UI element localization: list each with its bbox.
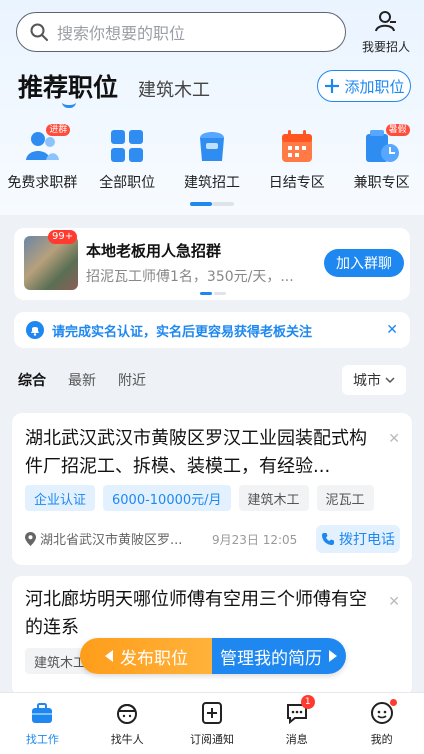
job-date: 9月23日 12:05 [212, 533, 298, 547]
profile-dot [389, 699, 397, 706]
bell-icon [26, 321, 44, 339]
category-construction[interactable]: 建筑招工 [170, 128, 255, 192]
group-pager [200, 292, 226, 295]
job-card[interactable]: 河北廊坊明天哪位师傅有空用三个师傅有空的连系 ✕ 建筑木工 [12, 576, 412, 696]
city-select[interactable]: 城市 [342, 365, 406, 395]
caret-left-icon [105, 650, 113, 662]
category-badge: 进群 [46, 124, 71, 136]
verify-notice[interactable]: 请完成实名认证，实名后更容易获得老板关注 ✕ [14, 312, 410, 348]
nav-find-talent[interactable]: 找牛人 [85, 693, 170, 754]
recruiter-icon [375, 11, 396, 32]
tab-carpenter[interactable]: 建筑木工 [138, 76, 210, 102]
message-badge: 1 [300, 695, 315, 709]
caret-right-icon [329, 650, 337, 662]
job-title: 湖北武汉武汉市黄陂区罗汉工业园装配式构件厂招泥工、拆模、装模工，有经验... [25, 428, 367, 477]
nav-messages[interactable]: 1 消息 [254, 693, 339, 754]
job-tag: 泥瓦工 [316, 485, 374, 511]
group-thumbnail [24, 236, 78, 290]
filter-nearby[interactable]: 附近 [118, 370, 146, 390]
worker-icon [117, 704, 138, 724]
close-notice-icon[interactable]: ✕ [386, 322, 398, 338]
recruit-label: 我要招人 [361, 40, 410, 54]
subscribe-icon [201, 702, 222, 724]
category-part-time[interactable]: 暑假 兼职专区 [339, 124, 424, 192]
job-tag: 6000-10000元/月 [103, 485, 231, 511]
group-count-badge: 99+ [48, 230, 78, 244]
nav-find-job[interactable]: 找工作 [0, 693, 85, 754]
call-button[interactable]: 拨打电话 [316, 525, 400, 553]
nav-subscribe[interactable]: 订阅通知 [170, 693, 255, 754]
manage-resume-button[interactable]: 管理我的简历 [212, 638, 346, 674]
group-promo-card[interactable]: 99+ 本地老板用人急招群 招泥瓦工师傅1名，350元/天，... 加入群聊 [14, 228, 410, 300]
group-desc: 招泥瓦工师傅1名，350元/天，... [86, 269, 294, 285]
category-free-group[interactable]: 进群 免费求职群 [0, 124, 85, 192]
floating-action-bar: 发布职位 管理我的简历 [80, 638, 346, 674]
filter-overall[interactable]: 综合 [18, 370, 46, 390]
chevron-down-icon [385, 377, 395, 384]
tab-recommended[interactable]: 推荐职位 [18, 68, 118, 108]
briefcase-icon [32, 703, 53, 723]
location-pin-icon [25, 531, 36, 546]
bottom-nav: 找工作 找牛人 订阅通知 1 消息 我的 [0, 692, 424, 754]
job-address: 湖北省武汉市黄陂区罗... [25, 529, 182, 548]
phone-icon [322, 533, 334, 545]
filter-latest[interactable]: 最新 [68, 370, 96, 390]
job-tag: 企业认证 [25, 485, 96, 511]
search-icon [30, 23, 48, 41]
recruit-button[interactable]: 我要招人 [358, 10, 414, 55]
category-daily-pay[interactable]: 日结专区 [254, 128, 339, 192]
category-all-jobs[interactable]: 全部职位 [85, 128, 170, 192]
calendar-icon [279, 128, 315, 164]
close-icon[interactable]: ✕ [388, 431, 400, 447]
publish-job-button[interactable]: 发布职位 [80, 638, 212, 674]
category-badge: 暑假 [385, 124, 410, 136]
search-placeholder: 搜索你想要的职位 [57, 24, 186, 43]
join-group-button[interactable]: 加入群聊 [324, 249, 404, 277]
plus-icon [325, 79, 340, 93]
job-title: 河北廊坊明天哪位师傅有空用三个师傅有空的连系 [25, 589, 367, 638]
add-job-button[interactable]: 添加职位 [317, 70, 411, 102]
job-tag: 建筑木工 [238, 485, 309, 511]
nav-profile[interactable]: 我的 [339, 693, 424, 754]
grid-icon [109, 128, 145, 164]
group-title: 本地老板用人急招群 [86, 242, 222, 260]
category-pager [190, 202, 234, 206]
search-input[interactable]: 搜索你想要的职位 [16, 12, 346, 52]
helmet-icon [194, 128, 230, 164]
close-icon[interactable]: ✕ [388, 594, 400, 610]
job-card[interactable]: 湖北武汉武汉市黄陂区罗汉工业园装配式构件厂招泥工、拆模、装模工，有经验... ✕… [12, 413, 412, 565]
